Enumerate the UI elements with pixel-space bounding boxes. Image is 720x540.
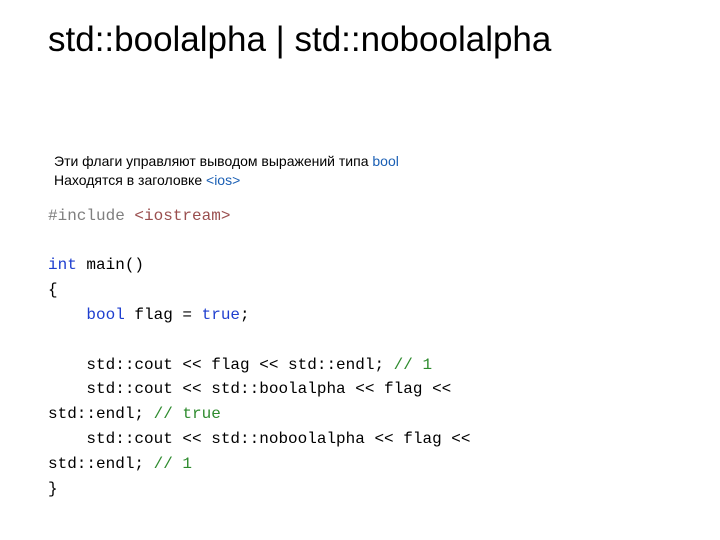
indent [48,306,86,324]
cout-2b: std::endl; [48,405,154,423]
desc-line-2: Находятся в заголовке <ios> [54,171,672,190]
indent [48,356,86,374]
kw-bool: bool [86,306,124,324]
desc-line-2-text: Находятся в заголовке [54,172,206,188]
cout-1: std::cout << flag << std::endl; [86,356,393,374]
indent [48,430,86,448]
cout-3b: std::endl; [48,455,154,473]
desc-line-1: Эти флаги управляют выводом выражений ти… [54,152,672,171]
semi: ; [240,306,250,324]
brace-close: } [48,480,58,498]
comment-1b: // 1 [154,455,192,473]
cout-3a: std::cout << std::noboolalpha << flag << [86,430,480,448]
include-directive: #include [48,207,125,225]
comment-true: // true [154,405,221,423]
page-title: std::boolalpha | std::noboolalpha [48,18,672,60]
indent [48,380,86,398]
desc-bool-keyword: bool [372,153,398,169]
brace-open: { [48,281,58,299]
description: Эти флаги управляют выводом выражений ти… [48,152,672,190]
comment-1: // 1 [394,356,432,374]
cout-2a: std::cout << std::boolalpha << flag << [86,380,460,398]
kw-true: true [202,306,240,324]
desc-ios-header: <ios> [206,172,240,188]
slide: std::boolalpha | std::noboolalpha Эти фл… [0,0,720,540]
flag-decl: flag = [125,306,202,324]
main-sig: main() [77,256,144,274]
include-header: <iostream> [125,207,231,225]
kw-int: int [48,256,77,274]
code-block: #include <iostream> int main() { bool fl… [48,204,672,502]
desc-line-1-text: Эти флаги управляют выводом выражений ти… [54,153,372,169]
